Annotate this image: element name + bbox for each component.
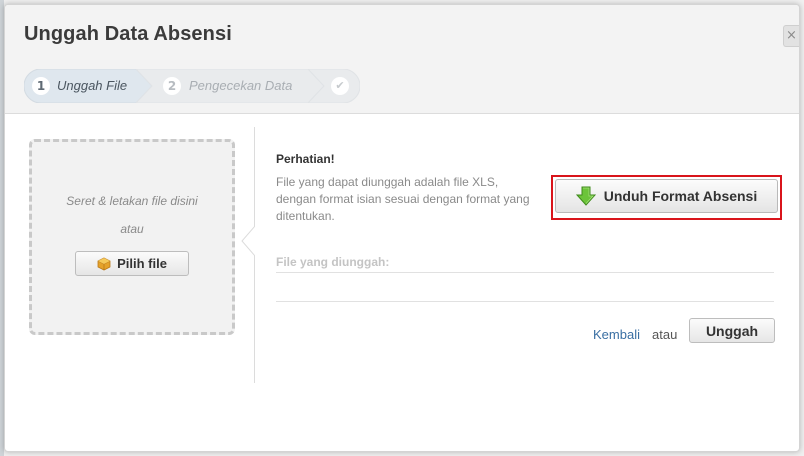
pick-file-label: Pilih file [117,256,167,271]
back-link[interactable]: Kembali [593,327,640,342]
dialog-title: Unggah Data Absensi [24,23,232,45]
step-2-label: Pengecekan Data [189,78,293,93]
uploaded-divider-bottom [276,301,774,302]
step-done[interactable]: ✔ [308,69,360,103]
uploaded-files-label: File yang diunggah: [276,255,390,269]
dropzone-hint: Seret & letakan file disini [66,194,198,208]
package-icon [97,257,111,270]
download-format-button[interactable]: Unduh Format Absensi [555,179,778,213]
upload-button[interactable]: Unggah [689,318,775,343]
step-1-label: Unggah File [57,78,128,93]
check-icon: ✔ [331,77,349,95]
footer-or: atau [652,327,678,342]
notice-body: File yang dapat diunggah adalah file XLS… [276,175,530,223]
step-upload-file[interactable]: 1 Unggah File [24,69,154,103]
wizard-steps: 1 Unggah File 2 Pengecekan Data ✔ [24,69,360,103]
dropzone-or: atau [120,222,144,236]
step-2-number: 2 [163,77,181,95]
notice-title: Perhatian! [276,152,335,166]
close-button[interactable]: × [783,25,799,47]
download-format-label: Unduh Format Absensi [603,188,758,204]
step-1-number: 1 [32,77,50,95]
divider-pointer [241,226,255,256]
dialog-header: Unggah Data Absensi 1 Unggah File 2 Peng… [5,5,799,114]
file-dropzone[interactable]: Seret & letakan file disini atau Pilih f… [29,139,235,335]
uploaded-divider-top [276,272,774,273]
step-check-data[interactable]: 2 Pengecekan Data [136,69,326,103]
pick-file-button[interactable]: Pilih file [75,251,189,276]
arrow-down-icon [575,186,596,206]
